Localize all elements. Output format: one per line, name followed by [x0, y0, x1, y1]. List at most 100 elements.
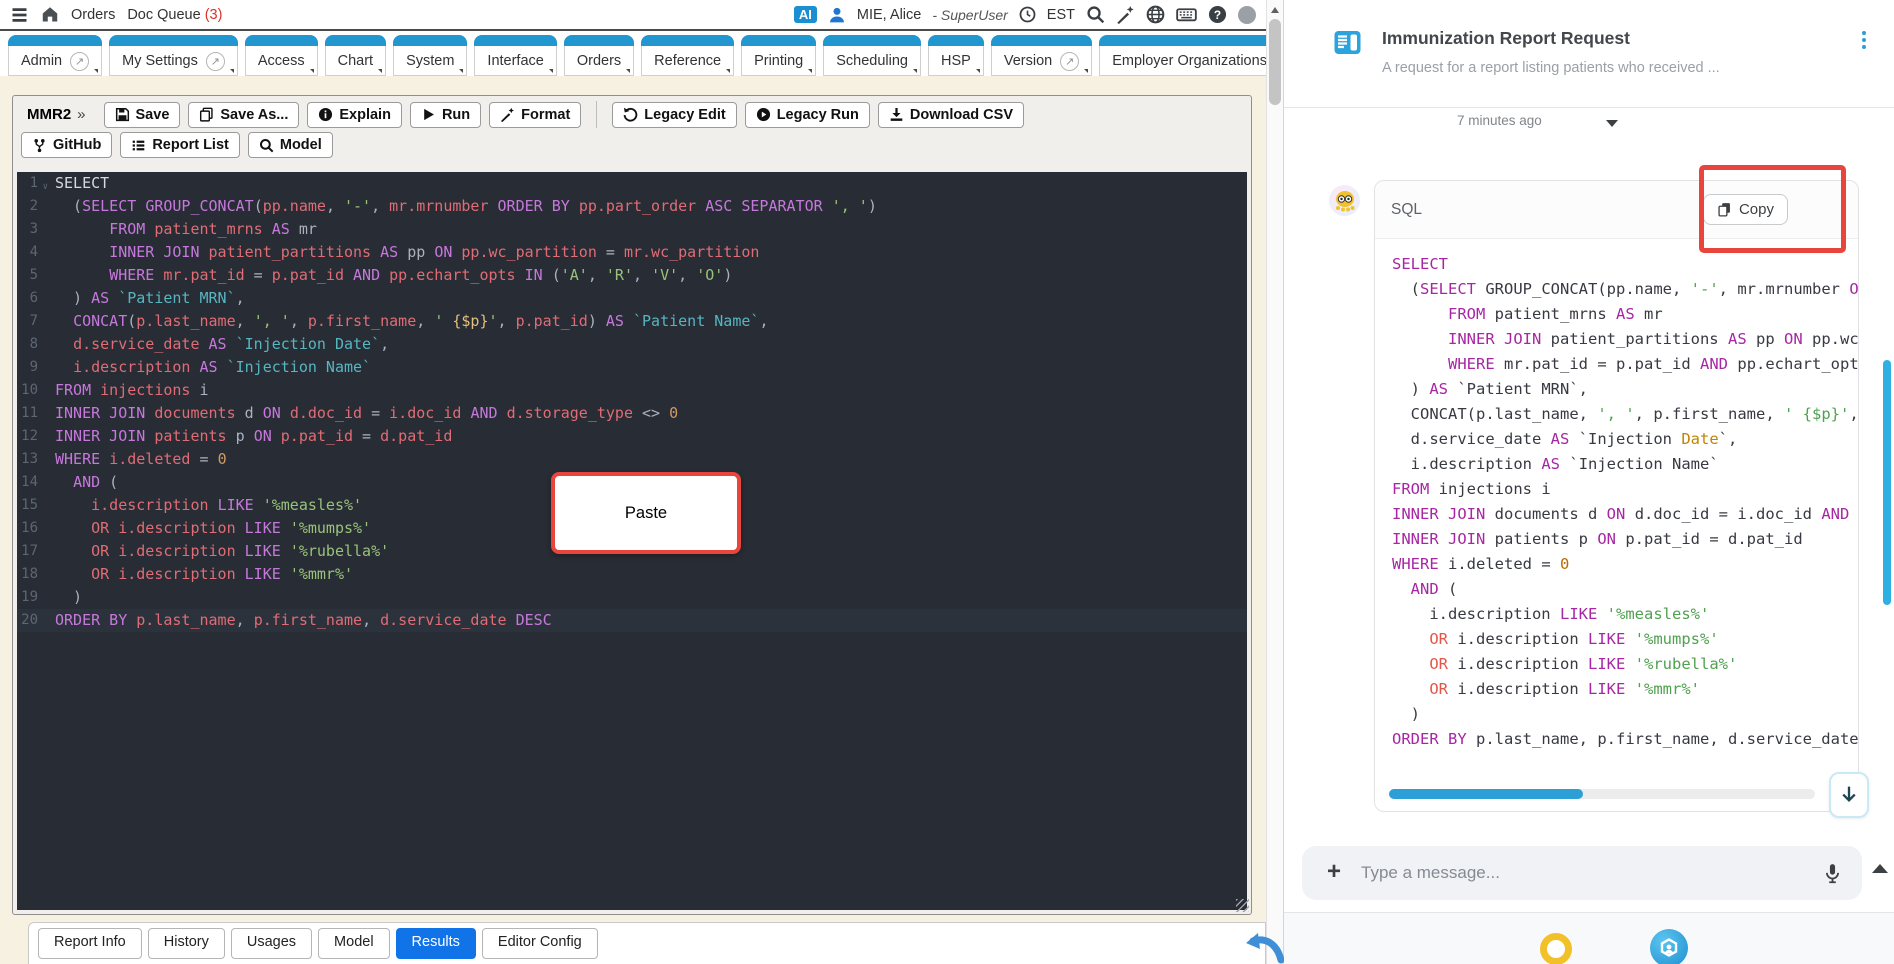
nav-tab-scheduling[interactable]: Scheduling — [823, 35, 921, 76]
editor-line-4: 4 INNER JOIN patient_partitions AS pp ON… — [17, 241, 1247, 264]
nav-tab-system[interactable]: System — [393, 35, 468, 76]
help-icon[interactable]: ? — [1208, 5, 1227, 24]
message-input[interactable]: Type a message... — [1361, 863, 1823, 883]
main-vertical-scrollbar[interactable] — [1266, 0, 1283, 964]
explain-button[interactable]: Explain — [307, 101, 402, 128]
app-logo-icon[interactable] — [1650, 929, 1688, 964]
microphone-icon[interactable] — [1823, 863, 1842, 884]
button-label: Explain — [339, 106, 391, 123]
kebab-menu-icon[interactable] — [1856, 28, 1872, 54]
orders-link[interactable]: Orders — [71, 7, 115, 23]
nav-tab-access[interactable]: Access — [244, 35, 318, 76]
doc-queue-link[interactable]: Doc Queue (3) — [127, 7, 222, 23]
model-button[interactable]: Model — [247, 132, 333, 158]
topbar-right-cluster: AI MIE, Alice - SuperUser EST ? — [793, 5, 1260, 24]
download-csv-button[interactable]: Download CSV — [877, 101, 1024, 128]
external-link-icon[interactable]: ↗ — [1060, 51, 1080, 71]
nav-tab-label: System — [406, 53, 455, 69]
timezone-label: EST — [1046, 6, 1075, 23]
github-button[interactable]: GitHub — [21, 132, 113, 158]
legacy-run-button[interactable]: Legacy Run — [744, 101, 870, 128]
tab-report-info[interactable]: Report Info — [38, 928, 142, 959]
nav-tab-chart[interactable]: Chart — [324, 35, 387, 76]
save-button[interactable]: Save — [103, 101, 181, 128]
nav-tab-label: Employer Organizations — [1112, 53, 1266, 69]
editor-line-18: 18 OR i.description LIKE '%mmr%' — [17, 563, 1247, 586]
nav-tab-label: Orders — [576, 53, 622, 69]
editor-line-12: 12 INNER JOIN patients p ON p.pat_id = d.… — [17, 425, 1247, 448]
nav-tab-hsp[interactable]: HSP — [928, 35, 984, 76]
line-number: 2 — [29, 198, 38, 214]
editor-line-1: 1 ∨ SELECT — [17, 172, 1247, 195]
line-number: 8 — [29, 336, 38, 352]
run-icon — [421, 107, 436, 122]
report-list-button[interactable]: Report List — [120, 132, 240, 158]
legacy-edit-icon — [623, 107, 638, 122]
hamburger-menu-icon[interactable] — [10, 7, 29, 23]
globe-icon[interactable] — [1146, 5, 1165, 24]
line-number: 5 — [29, 267, 38, 283]
chat-title: Immunization Report Request — [1382, 28, 1630, 48]
nav-tab-interface[interactable]: Interface — [474, 35, 558, 76]
horizontal-scrollbar-thumb[interactable] — [1389, 789, 1583, 799]
line-number: 11 — [21, 405, 38, 421]
search-icon[interactable] — [1086, 5, 1105, 24]
code-line: WHERE i.deleted = 0 — [55, 450, 227, 468]
tab-editor-config[interactable]: Editor Config — [481, 928, 598, 959]
legacy-edit-button[interactable]: Legacy Edit — [612, 101, 737, 128]
editor-line-3: 3 FROM patient_mrns AS mr — [17, 218, 1247, 241]
nav-tab-version[interactable]: Version ↗ — [990, 35, 1093, 76]
tab-model[interactable]: Model — [318, 928, 390, 959]
code-line: d.service_date AS `Injection Date`, — [73, 335, 390, 353]
timestamp-caret-icon[interactable] — [1606, 120, 1618, 127]
main-window: Orders Doc Queue (3) AI MIE, Alice - Sup… — [0, 0, 1266, 964]
tab-usages[interactable]: Usages — [230, 928, 313, 959]
scrollbar-up-arrow[interactable] — [1271, 7, 1279, 13]
format-button[interactable]: Format — [489, 101, 582, 128]
code-line: ORDER BY p.last_name, p.first_name, d.se… — [1392, 730, 1858, 748]
nav-tab-reference[interactable]: Reference — [641, 35, 735, 76]
format-icon — [500, 107, 515, 122]
keyboard-icon[interactable] — [1176, 5, 1197, 24]
nav-tab-my-settings[interactable]: My Settings ↗ — [109, 35, 238, 76]
line-number: 14 — [21, 474, 38, 490]
tab-history[interactable]: History — [147, 928, 225, 959]
code-line: OR i.description LIKE '%mmr%' — [91, 565, 354, 583]
external-link-icon[interactable]: ↗ — [70, 51, 90, 71]
code-line: ) AS `Patient MRN`, — [1392, 380, 1589, 398]
nav-tab-printing[interactable]: Printing — [741, 35, 817, 76]
external-link-icon[interactable]: ↗ — [205, 51, 225, 71]
tab-results[interactable]: Results — [395, 928, 476, 959]
resize-handle[interactable] — [1236, 899, 1249, 912]
user-name: MIE, Alice — [856, 6, 922, 23]
home-icon[interactable] — [41, 6, 59, 23]
line-number: 15 — [21, 497, 38, 513]
chevron-icon[interactable]: » — [77, 106, 85, 123]
paste-button[interactable]: Paste — [551, 472, 741, 554]
sql-card-label: SQL — [1391, 200, 1423, 218]
chat-bottom-bar — [1284, 912, 1894, 964]
attach-plus-icon[interactable]: + — [1327, 858, 1341, 886]
scrollbar-thumb[interactable] — [1269, 19, 1281, 105]
run-button[interactable]: Run — [409, 101, 482, 128]
chat-vertical-scrollbar-thumb[interactable] — [1883, 360, 1891, 605]
magic-wand-icon[interactable] — [1116, 5, 1135, 24]
line-number: 20 — [21, 612, 38, 628]
code-line: INNER JOIN patient_partitions AS pp ON p… — [1448, 330, 1858, 348]
nav-tab-employer-organizations[interactable]: Employer Organizations↗ — [1099, 35, 1266, 76]
copy-button[interactable]: Copy — [1702, 194, 1788, 225]
nav-tab-admin[interactable]: Admin ↗ — [8, 35, 103, 76]
user-icon — [828, 6, 846, 24]
save-as-button[interactable]: Save As... — [188, 101, 300, 128]
scroll-to-bottom-button[interactable] — [1829, 772, 1869, 818]
sun-gear-icon[interactable] — [1540, 933, 1572, 964]
code-line: ) — [55, 588, 83, 606]
info-icon — [318, 107, 333, 122]
ai-badge[interactable]: AI — [793, 6, 817, 23]
nav-tab-orders[interactable]: Orders — [563, 35, 635, 76]
avatar-placeholder[interactable] — [1238, 5, 1256, 24]
horizontal-scrollbar[interactable] — [1389, 789, 1815, 799]
code-line: FROM patient_mrns AS mr — [1448, 305, 1663, 323]
nav-tab-label: Access — [257, 53, 305, 69]
collapse-caret-icon[interactable] — [1872, 864, 1888, 873]
